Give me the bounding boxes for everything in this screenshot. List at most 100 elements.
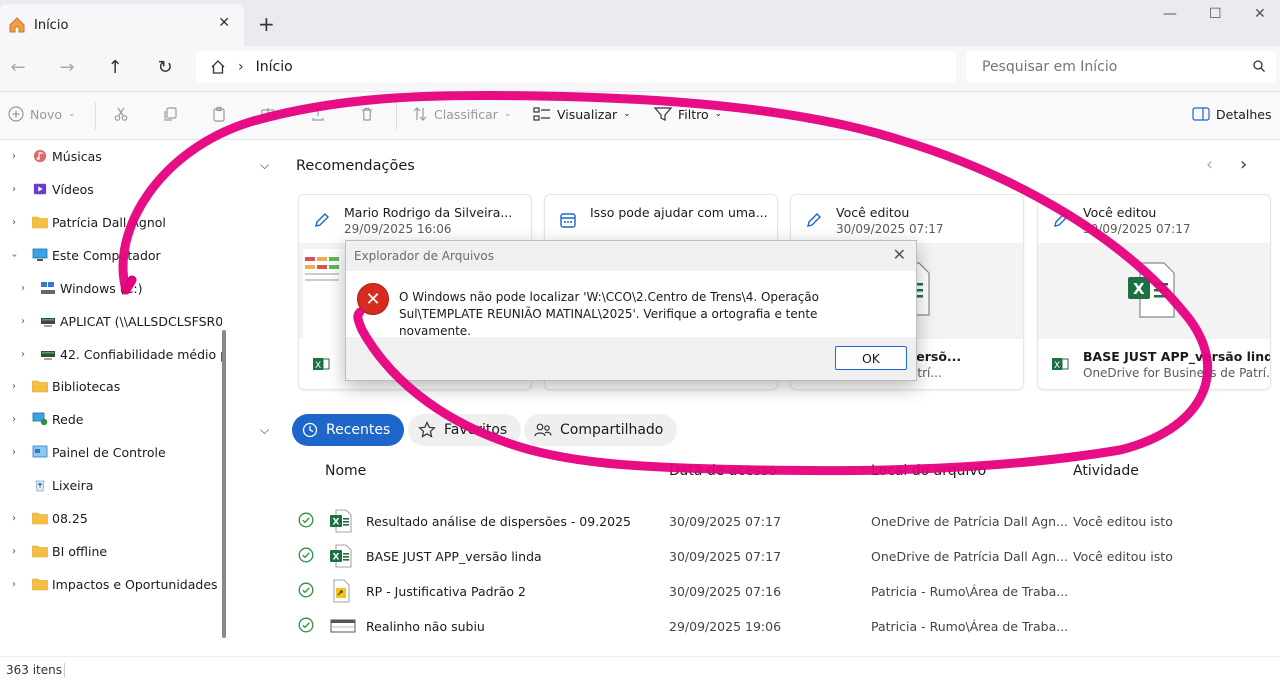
column-header-location[interactable]: Local do arquivo (871, 463, 986, 479)
copy-button[interactable] (162, 106, 184, 122)
sidebar-item-aplicat[interactable]: › APLICAT (\\ALLSDCLSFSR01) (0, 308, 222, 334)
chevron-right-icon[interactable]: › (8, 381, 20, 392)
new-tab-button[interactable]: + (258, 12, 275, 36)
chevron-down-icon[interactable]: › (9, 249, 20, 261)
chevron-right-icon[interactable]: › (8, 579, 20, 590)
tab-close-icon[interactable]: ✕ (218, 15, 230, 31)
sidebar-item-label: Patrícia Dall Agnol (52, 214, 166, 230)
up-button[interactable]: ↑ (101, 56, 129, 80)
sidebar-item-rede[interactable]: › Rede (0, 406, 222, 432)
filter-button[interactable]: Filtro ⌄ (654, 106, 722, 122)
star-icon (418, 421, 436, 438)
dialog-close-icon[interactable]: ✕ (893, 245, 906, 264)
chevron-down-icon: ⌄ (68, 109, 76, 119)
delete-button[interactable] (359, 106, 381, 122)
pencil-icon (807, 213, 821, 227)
sidebar-item-musicas[interactable]: › Músicas (0, 143, 222, 169)
sidebar-item-patricia[interactable]: › Patrícia Dall Agnol (0, 209, 222, 235)
chevron-right-icon[interactable]: › (8, 217, 20, 228)
paste-button[interactable] (211, 106, 233, 122)
sidebar-item-bi-offline[interactable]: › BI offline (0, 538, 222, 564)
sidebar-item-impactos[interactable]: › Impactos e Oportunidades Po (0, 571, 222, 597)
filter-icon (654, 107, 672, 121)
table-row[interactable]: X Resultado análise de dispersões - 09.2… (236, 504, 1280, 539)
sidebar-item-label: Painel de Controle (52, 444, 166, 460)
sidebar-item-confiabilidade[interactable]: › 42. Confiabilidade médio pra (0, 341, 222, 367)
chevron-right-icon[interactable]: › (8, 151, 20, 162)
chevron-right-icon[interactable]: › (8, 447, 20, 458)
tab-compartilhado[interactable]: Compartilhado (524, 414, 678, 446)
breadcrumb[interactable]: Início (256, 59, 293, 75)
chevron-right-icon[interactable]: › (1240, 154, 1247, 175)
trash-icon (362, 107, 372, 121)
people-icon (534, 423, 552, 437)
column-header-date[interactable]: Data de acesso (669, 463, 777, 479)
chevron-down-icon[interactable]: ⌵ (260, 423, 269, 438)
plus-circle-icon (8, 106, 24, 122)
sort-button[interactable]: Classificar ⌄ (412, 106, 511, 122)
search-box[interactable] (966, 51, 1276, 83)
sidebar-item-este-computador[interactable]: › Este Computador (0, 242, 222, 268)
more-options-button[interactable]: ••• (754, 106, 776, 119)
new-button[interactable]: Novo ⌄ (8, 106, 76, 122)
chevron-right-icon[interactable]: › (8, 414, 20, 425)
sidebar-item-08-25[interactable]: › 08.25 (0, 505, 222, 531)
sidebar-item-windows-c[interactable]: › Windows (C:) (0, 275, 222, 301)
control-panel-icon (32, 445, 48, 458)
view-button[interactable]: Visualizar ⌄ (533, 106, 631, 122)
table-row[interactable]: Realinho não subiu 29/09/2025 19:06 Patr… (236, 609, 1280, 644)
chevron-right-icon[interactable]: › (8, 513, 20, 524)
file-date: 30/09/2025 07:17 (669, 549, 782, 564)
tab-favoritos[interactable]: Favoritos (408, 414, 522, 446)
chevron-right-icon[interactable]: › (8, 184, 20, 195)
tab-recentes[interactable]: Recentes (292, 414, 405, 446)
file-location: Patricia - Rumo\Área de Traba... (871, 619, 1069, 634)
chevron-down-icon: ⌄ (623, 109, 631, 119)
dialog-message: O Windows não pode localizar 'W:\CCO\2.C… (399, 290, 819, 338)
chevron-right-icon[interactable]: › (17, 349, 29, 360)
column-header-name[interactable]: Nome (325, 463, 366, 479)
command-bar: Novo ⌄ Classificar ⌄ Visualizar ⌄ Filtro… (0, 92, 1280, 140)
sort-label: Classificar (434, 106, 498, 122)
minimize-button[interactable]: — (1163, 6, 1177, 22)
share-button[interactable] (310, 106, 332, 122)
tab-label: Recentes (326, 422, 391, 438)
tab-label: Compartilhado (560, 422, 664, 438)
refresh-button[interactable]: ↻ (151, 56, 179, 80)
video-icon (33, 183, 47, 195)
sidebar-item-painel-de-controle[interactable]: › Painel de Controle (0, 439, 222, 465)
table-row[interactable]: RP - Justificativa Padrão 2 30/09/2025 0… (236, 574, 1280, 609)
back-button[interactable]: ← (4, 56, 32, 80)
ok-button[interactable]: OK (835, 346, 907, 370)
chevron-left-icon[interactable]: ‹ (1206, 154, 1213, 175)
maximize-button[interactable]: ☐ (1209, 6, 1222, 22)
close-window-button[interactable]: ✕ (1254, 6, 1266, 22)
recommendation-card[interactable]: Você editou 30/09/2025 07:17 X X BASE JU… (1037, 194, 1271, 390)
chevron-right-icon[interactable]: › (17, 316, 29, 327)
forward-button[interactable]: → (53, 56, 81, 80)
sidebar-item-lixeira[interactable]: Lixeira (0, 472, 222, 498)
file-name: RP - Justificativa Padrão 2 (366, 584, 526, 599)
network-icon (32, 412, 48, 426)
sidebar-item-bibliotecas[interactable]: › Bibliotecas (0, 373, 222, 399)
chevron-right-icon[interactable]: › (8, 546, 20, 557)
excel-file-icon: X (330, 509, 352, 533)
share-icon (312, 107, 324, 121)
cut-button[interactable] (113, 106, 135, 122)
sidebar-scrollbar[interactable] (222, 330, 226, 638)
new-label: Novo (30, 106, 63, 122)
chevron-down-icon[interactable]: ⌵ (260, 158, 269, 173)
synced-check-icon (298, 582, 314, 598)
item-count: 363 itens (6, 663, 62, 677)
card-title: Você editou (836, 205, 910, 220)
column-header-activity[interactable]: Atividade (1073, 463, 1139, 479)
details-button[interactable]: Detalhes (1192, 106, 1271, 122)
sidebar-item-videos[interactable]: › Vídeos (0, 176, 222, 202)
address-box[interactable]: › Início (196, 51, 956, 83)
table-row[interactable]: X BASE JUST APP_versão linda 30/09/2025 … (236, 539, 1280, 574)
search-input[interactable] (982, 59, 1232, 75)
card-date: 30/09/2025 07:17 (836, 222, 944, 236)
chevron-right-icon[interactable]: › (17, 283, 29, 294)
rename-button[interactable] (260, 106, 282, 122)
tab-inicio[interactable]: Início ✕ (0, 4, 244, 46)
